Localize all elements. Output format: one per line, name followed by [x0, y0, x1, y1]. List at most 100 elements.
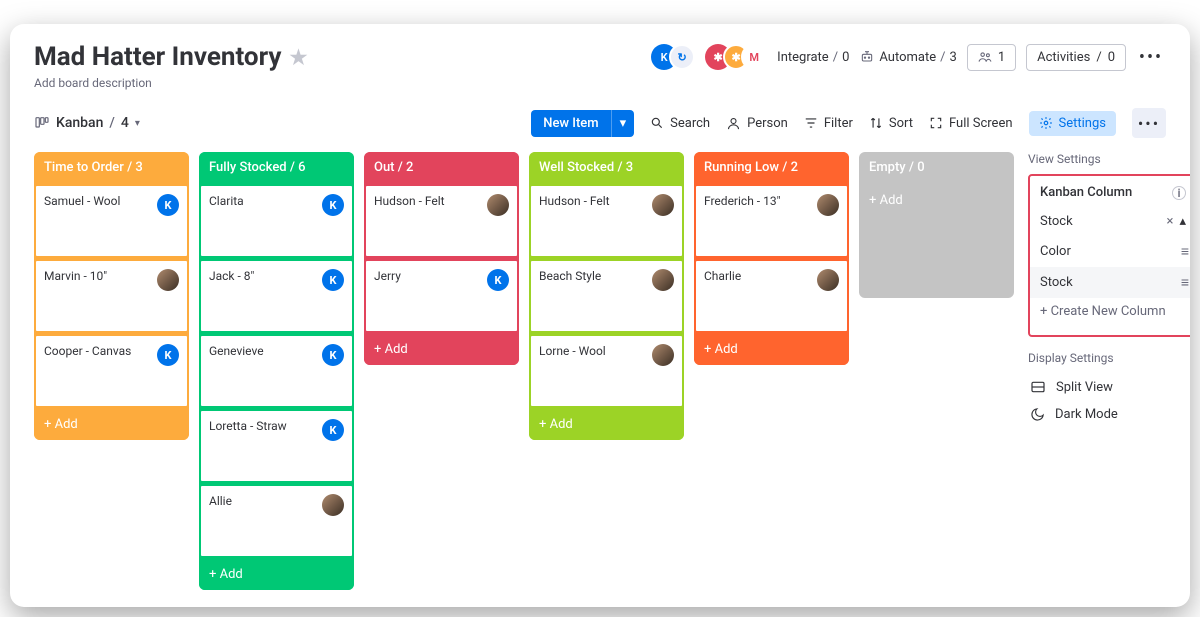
kanban-column-option-stock[interactable]: Stock ≡ — [1030, 267, 1190, 298]
people-icon — [978, 50, 992, 64]
filter-icon — [804, 116, 818, 130]
presence-button[interactable]: 1 — [967, 44, 1016, 71]
avatar-photo — [817, 269, 839, 291]
card-title: Charlie — [704, 269, 741, 291]
column-header[interactable]: Empty / 0 — [859, 152, 1014, 183]
activities-button[interactable]: Activities/0 — [1026, 44, 1126, 71]
card-title: Cooper - Canvas — [44, 344, 131, 366]
avatar-photo — [652, 269, 674, 291]
kanban-card[interactable]: Clarita K — [199, 184, 354, 258]
avatar-photo — [817, 194, 839, 216]
star-icon[interactable]: ★ — [289, 45, 307, 69]
automate-button[interactable]: Automate/3 — [859, 49, 956, 65]
kanban-column-label-row: Kanban Column i — [1030, 178, 1190, 207]
card-title: Allie — [209, 494, 232, 516]
robot-icon — [859, 49, 875, 65]
drag-icon: ≡ — [1181, 274, 1186, 291]
kanban-card[interactable]: Charlie — [694, 259, 849, 333]
kanban-column: Time to Order / 3 Samuel - Wool K Marvin… — [34, 152, 189, 440]
avatar-photo — [157, 269, 179, 291]
integrate-button[interactable]: Integrate/0 — [777, 50, 849, 65]
avatar-photo — [487, 194, 509, 216]
fullscreen-button[interactable]: Full Screen — [929, 116, 1013, 131]
kanban-card[interactable]: Allie — [199, 484, 354, 558]
card-title: Marvin - 10" — [44, 269, 107, 291]
card-title: Loretta - Straw — [209, 419, 287, 441]
filter-button[interactable]: Filter — [804, 116, 853, 131]
column-add-card[interactable]: + Add — [859, 183, 1014, 218]
kanban-card[interactable]: Frederich - 13" — [694, 184, 849, 258]
search-icon — [650, 116, 664, 130]
kanban-card[interactable]: Hudson - Felt — [364, 184, 519, 258]
kanban-column-selected[interactable]: Stock ×▴ — [1030, 207, 1190, 236]
create-new-column[interactable]: + Create New Column — [1030, 298, 1190, 325]
card-title: Jerry — [374, 269, 401, 291]
kanban-card[interactable]: Jack - 8" K — [199, 259, 354, 333]
column-header[interactable]: Well Stocked / 3 — [529, 152, 684, 183]
avatar-initial: K — [157, 194, 179, 216]
search-button[interactable]: Search — [650, 116, 710, 131]
kanban-card[interactable]: Loretta - Straw K — [199, 409, 354, 483]
avatar-photo — [652, 194, 674, 216]
drag-icon: ≡ — [1181, 243, 1186, 260]
new-item-dropdown[interactable]: ▾ — [611, 110, 635, 137]
automation-avatars[interactable]: ✱ ✱ M — [705, 44, 767, 70]
kanban-card[interactable]: Hudson - Felt — [529, 184, 684, 258]
avatar-initial: K — [322, 269, 344, 291]
column-add-card[interactable]: + Add — [34, 409, 189, 440]
person-filter-button[interactable]: Person — [726, 116, 788, 131]
avatar-photo — [322, 494, 344, 516]
card-title: Beach Style — [539, 269, 601, 291]
dark-mode-toggle[interactable]: Dark Mode — [1028, 401, 1190, 428]
new-item-button[interactable]: New Item ▾ — [531, 110, 634, 137]
split-view-icon — [1030, 379, 1046, 395]
board-description[interactable]: Add board description — [34, 76, 307, 90]
info-icon[interactable]: i — [1172, 186, 1186, 200]
card-title: Hudson - Felt — [539, 194, 610, 216]
integration-avatars[interactable]: K ↻ — [651, 44, 695, 70]
card-title: Clarita — [209, 194, 244, 216]
kanban-card[interactable]: Jerry K — [364, 259, 519, 333]
avatar-initial: K — [157, 344, 179, 366]
settings-button[interactable]: Settings — [1029, 111, 1116, 136]
avatar-photo — [652, 344, 674, 366]
fullscreen-icon — [929, 116, 943, 130]
kanban-card[interactable]: Lorne - Wool — [529, 334, 684, 408]
person-icon — [726, 116, 741, 131]
kanban-card[interactable]: Cooper - Canvas K — [34, 334, 189, 408]
view-settings-heading: View Settings — [1028, 152, 1190, 166]
card-title: Genevieve — [209, 344, 264, 366]
board-menu-button[interactable]: ••• — [1136, 42, 1166, 72]
board-title[interactable]: Mad Hatter Inventory — [34, 42, 281, 72]
kanban-column-settings: Kanban Column i Stock ×▴ Color ≡ Stock ≡ — [1028, 174, 1190, 337]
kanban-card[interactable]: Beach Style — [529, 259, 684, 333]
chevron-up-icon: ▴ — [1179, 214, 1186, 229]
column-add-card[interactable]: + Add — [364, 334, 519, 365]
split-view-toggle[interactable]: Split View — [1028, 373, 1190, 401]
kanban-column-option-color[interactable]: Color ≡ — [1030, 236, 1190, 267]
column-header[interactable]: Time to Order / 3 — [34, 152, 189, 183]
column-header[interactable]: Out / 2 — [364, 152, 519, 183]
kanban-card[interactable]: Samuel - Wool K — [34, 184, 189, 258]
sort-icon — [869, 116, 883, 130]
column-header[interactable]: Fully Stocked / 6 — [199, 152, 354, 183]
view-selector[interactable]: Kanban / 4 ▾ — [34, 115, 140, 131]
column-add-card[interactable]: + Add — [199, 559, 354, 590]
display-settings-heading: Display Settings — [1028, 351, 1190, 365]
avatar-initial: K — [322, 194, 344, 216]
toolbar-more-button[interactable]: ••• — [1132, 108, 1166, 138]
avatar-initial: K — [487, 269, 509, 291]
kanban-card[interactable]: Genevieve K — [199, 334, 354, 408]
sort-button[interactable]: Sort — [869, 116, 913, 131]
kanban-card[interactable]: Marvin - 10" — [34, 259, 189, 333]
chevron-down-icon: ▾ — [135, 118, 140, 129]
kanban-column: Fully Stocked / 6 Clarita K Jack - 8" K … — [199, 152, 354, 590]
clear-column-icon[interactable]: × — [1167, 214, 1174, 229]
avatar-initial: K — [322, 419, 344, 441]
column-add-card[interactable]: + Add — [694, 334, 849, 365]
card-title: Hudson - Felt — [374, 194, 445, 216]
column-add-card[interactable]: + Add — [529, 409, 684, 440]
column-header[interactable]: Running Low / 2 — [694, 152, 849, 183]
card-title: Lorne - Wool — [539, 344, 606, 366]
kanban-column: Out / 2 Hudson - Felt Jerry K + Add — [364, 152, 519, 365]
